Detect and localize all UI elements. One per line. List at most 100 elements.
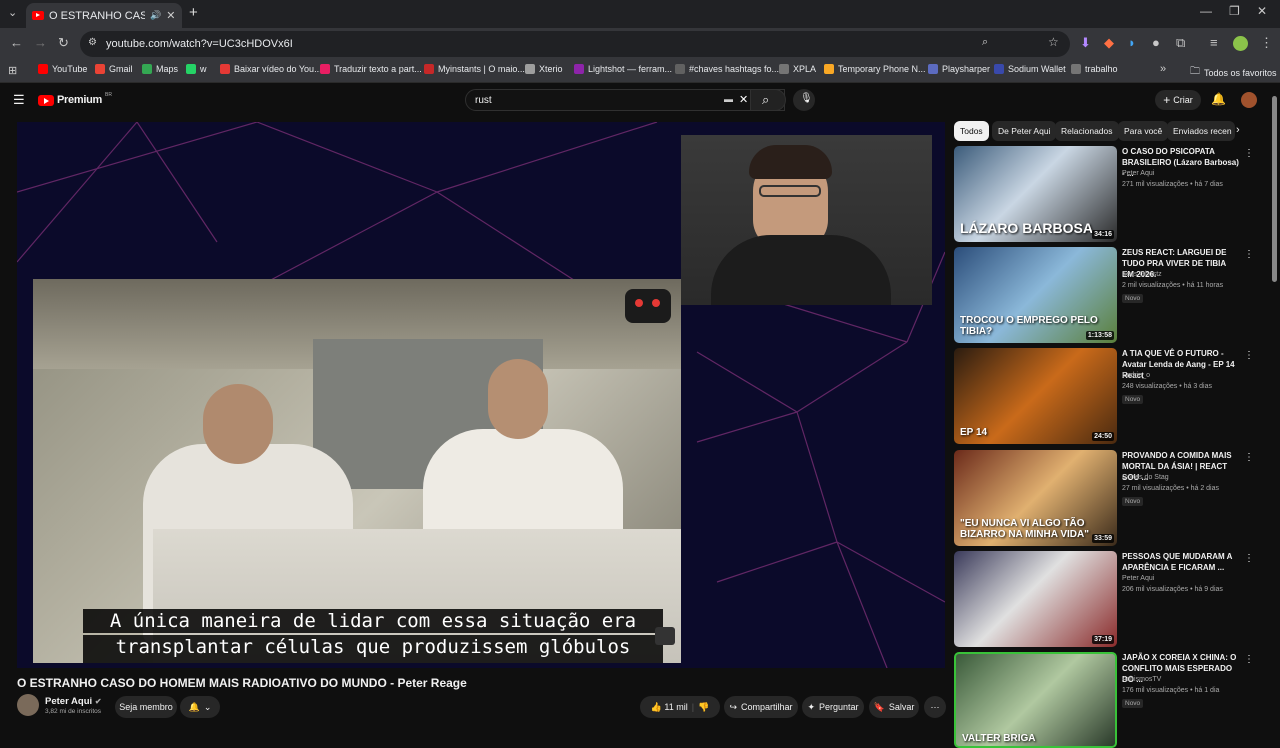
profile-avatar[interactable] (1233, 36, 1248, 51)
video-thumbnail[interactable]: TROCOU O EMPREGO PELO TIBIA? 1:13:58 (954, 247, 1117, 343)
recommended-video-card[interactable]: TROCOU O EMPREGO PELO TIBIA? 1:13:58 ZEUS … (954, 247, 1254, 343)
page-scrollbar[interactable] (1272, 96, 1277, 282)
bookmark-item[interactable]: Baixar vídeo do You... (220, 64, 322, 74)
hamburger-menu-icon[interactable]: ☰ (13, 92, 25, 108)
reload-icon[interactable]: ↻ (58, 35, 69, 51)
video-player[interactable]: A única maneira de lidar com essa situaç… (17, 122, 945, 668)
thumbnail-text: LÁZARO BARBOSA (960, 220, 1093, 237)
bookmark-item[interactable]: trabalho (1071, 64, 1118, 74)
speaker-icon[interactable]: 🔊 (150, 10, 161, 21)
extension-g-icon[interactable]: ● (1152, 35, 1160, 50)
address-bar[interactable]: ⚙ youtube.com/watch?v=UC3cHDOVx6I ⌕ ☆ (80, 31, 1070, 57)
apps-grid-icon[interactable]: ⊞ (8, 64, 17, 77)
video-thumbnail[interactable]: LÁZARO BARBOSA 34:16 (954, 146, 1117, 242)
share-button[interactable]: ↪ Compartilhar (724, 696, 798, 718)
forward-icon[interactable]: → (34, 35, 47, 50)
video-thumbnail[interactable]: "EU NUNCA VI ALGO TÃO BIZARRO NA MINHA V… (954, 450, 1117, 546)
recommended-video-card[interactable]: EP 14 24:50 A TIA QUE VÊ O FUTURO - Avatar… (954, 348, 1254, 444)
branding-icon[interactable] (655, 627, 675, 645)
card-menu-icon[interactable]: ⋮ (1244, 148, 1254, 159)
bookmarks-overflow-icon[interactable]: » (1160, 63, 1166, 75)
keyboard-icon[interactable]: ▬ (724, 94, 733, 104)
card-menu-icon[interactable]: ⋮ (1244, 553, 1254, 564)
maximize-icon[interactable]: ❐ (1229, 4, 1240, 18)
clear-search-icon[interactable]: ✕ (739, 93, 748, 106)
video-thumbnail[interactable]: 37:19 (954, 551, 1117, 647)
bookmark-item[interactable]: w (186, 64, 207, 74)
card-menu-icon[interactable]: ⋮ (1244, 249, 1254, 260)
chip-4[interactable]: Enviados recen (1167, 121, 1235, 141)
recommended-video-card[interactable]: "EU NUNCA VI ALGO TÃO BIZARRO NA MINHA V… (954, 450, 1254, 546)
card-title[interactable]: PESSOAS QUE MUDARAM A APARÊNCIA E FICARA… (1122, 551, 1240, 573)
minimize-icon[interactable]: — (1200, 4, 1212, 18)
bookmark-item[interactable]: Lightshot — ferram... (574, 64, 672, 74)
bookmark-label: Maps (156, 64, 179, 74)
notifications-bell-icon[interactable]: 🔔 (1211, 92, 1226, 106)
card-menu-icon[interactable]: ⋮ (1244, 654, 1254, 665)
video-thumbnail[interactable]: EP 14 24:50 (954, 348, 1117, 444)
bookmark-item[interactable]: Playsharper (928, 64, 990, 74)
extensions-puzzle-icon[interactable]: ⧉ (1176, 35, 1185, 51)
bookmark-item[interactable]: Myinstants | O maio... (424, 64, 525, 74)
close-tab-icon[interactable]: ✕ (166, 9, 175, 22)
card-channel[interactable]: Endrio_o (1122, 372, 1150, 379)
channel-name[interactable]: Peter Aqui ✔ (45, 696, 102, 707)
create-button[interactable]: + Criar (1155, 90, 1201, 110)
bookmark-item[interactable]: Sodium Wallet (994, 64, 1066, 74)
site-info-icon[interactable]: ⚙ (88, 37, 97, 48)
more-actions-button[interactable]: ⋯ (924, 696, 946, 718)
voice-search-button[interactable]: 🎙 (793, 89, 815, 111)
like-button[interactable]: 👍 11 mil (651, 702, 688, 713)
all-bookmarks[interactable]: 🗀 Todos os favoritos (1190, 64, 1277, 81)
extension-fox-icon[interactable]: ◆ (1104, 35, 1114, 51)
chip-3[interactable]: Para você (1118, 121, 1169, 141)
zoom-icon[interactable]: ⌕ (982, 36, 988, 49)
join-button[interactable]: Seja membro (115, 696, 177, 718)
recommended-video-card[interactable]: LÁZARO BARBOSA 34:16 O CASO DO PSICOPATA B… (954, 146, 1254, 242)
video-thumbnail[interactable]: VALTER BRIGA (954, 652, 1117, 748)
chip-0[interactable]: Todos (954, 121, 989, 141)
browser-menu-icon[interactable]: ⋮ (1260, 35, 1273, 51)
bookmark-item[interactable]: #chaves hashtags fo... (675, 64, 779, 74)
bookmark-star-icon[interactable]: ☆ (1048, 35, 1059, 49)
tab-search-icon[interactable]: ⌄ (8, 6, 17, 19)
chip-1[interactable]: De Peter Aqui (992, 121, 1057, 141)
ask-button[interactable]: ✦ Perguntar (802, 696, 864, 718)
recommended-video-card[interactable]: 37:19 PESSOAS QUE MUDARAM A APARÊNCIA E F… (954, 551, 1254, 647)
save-button[interactable]: 🔖 Salvar (869, 696, 919, 718)
bookmark-item[interactable]: Traduzir texto a part... (320, 64, 422, 74)
card-channel[interactable]: Zeus Ghostz (1122, 271, 1162, 278)
streamer-webcam (681, 135, 932, 305)
bookmark-item[interactable]: XPLA (779, 64, 816, 74)
channel-watermark-icon (625, 289, 671, 323)
card-channel[interactable]: Peter Aqui (1122, 575, 1154, 582)
subscription-bell-button[interactable]: 🔔 ⌄ (180, 696, 220, 718)
card-menu-icon[interactable]: ⋮ (1244, 452, 1254, 463)
bookmark-item[interactable]: Xterio (525, 64, 563, 74)
youtube-favicon-icon (32, 11, 44, 20)
bookmark-item[interactable]: Temporary Phone N... (824, 64, 926, 74)
bookmark-item[interactable]: Maps (142, 64, 178, 74)
close-window-icon[interactable]: ✕ (1257, 4, 1267, 18)
media-control-icon[interactable]: ≡ (1210, 35, 1218, 50)
bookmark-item[interactable]: YouTube (38, 64, 87, 74)
chips-next-icon[interactable]: › (1236, 124, 1240, 136)
search-button[interactable]: ⌕ (750, 89, 786, 111)
recommended-video-card[interactable]: VALTER BRIGA JAPÃO X COREIA X CHINA: O CO… (954, 652, 1254, 748)
account-avatar[interactable] (1241, 92, 1257, 108)
dislike-button[interactable]: 👎 (698, 702, 709, 713)
browser-tab[interactable]: O ESTRANHO CASO DO HO 🔊 ✕ (26, 3, 182, 28)
youtube-logo[interactable]: Premium BR (38, 92, 112, 106)
card-channel[interactable]: Cortes do Stag (1122, 474, 1169, 481)
card-channel[interactable]: AchismosTV (1122, 676, 1161, 683)
back-icon[interactable]: ← (10, 35, 23, 50)
channel-avatar[interactable] (17, 694, 39, 716)
extension-download-icon[interactable]: ⬇ (1080, 35, 1091, 51)
chip-2[interactable]: Relacionados (1055, 121, 1119, 141)
card-channel[interactable]: Peter Aqui (1122, 170, 1154, 177)
new-tab-icon[interactable]: + (189, 4, 198, 21)
bookmark-item[interactable]: Gmail (95, 64, 133, 74)
card-menu-icon[interactable]: ⋮ (1244, 350, 1254, 361)
extension-wave-icon[interactable]: ◗ (1128, 35, 1136, 50)
search-input[interactable]: rust ▬ ✕ (465, 89, 785, 111)
